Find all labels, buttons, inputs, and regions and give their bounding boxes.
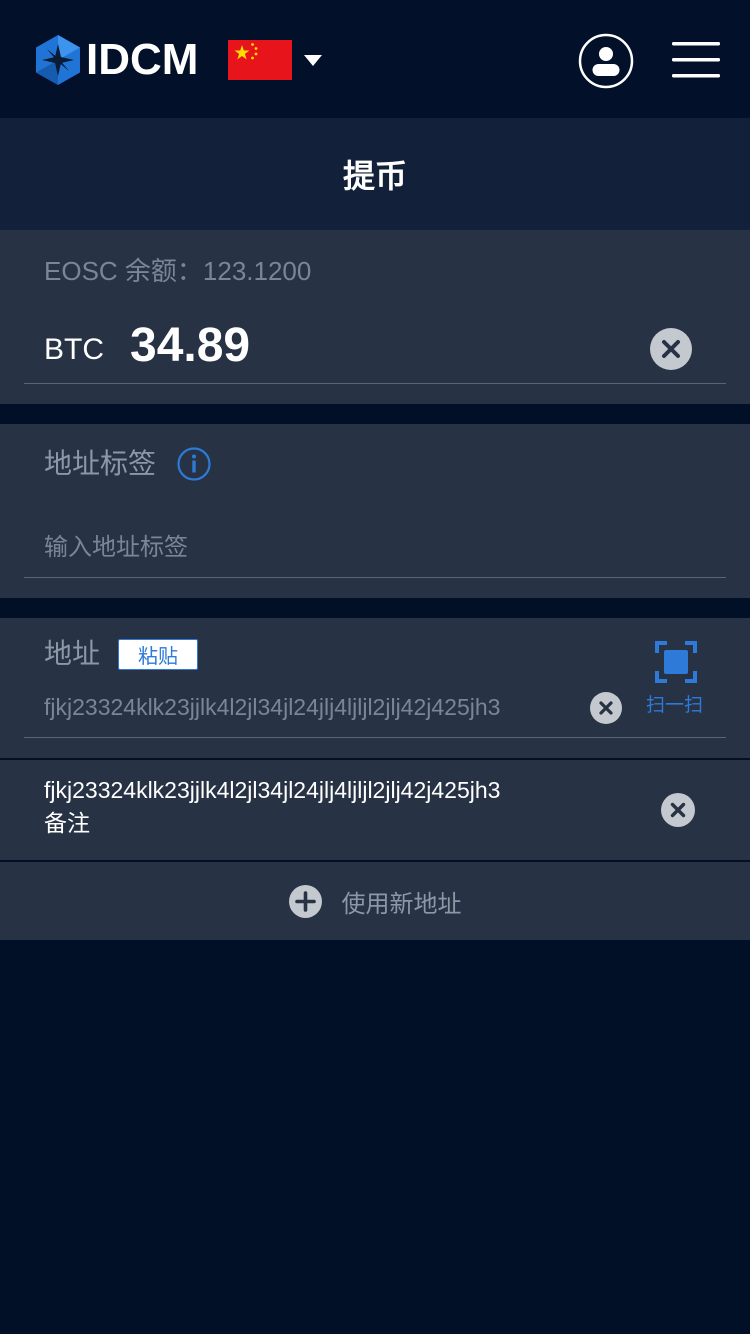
clear-amount-icon[interactable] [650, 328, 692, 370]
address-underline [24, 737, 726, 738]
use-new-address-content: 使用新地址 [288, 884, 462, 919]
title-bar: 提币 [0, 118, 750, 230]
currency-label: BTC [44, 333, 104, 366]
use-new-address-label: 使用新地址 [341, 890, 462, 918]
balance-text: EOSC 余额：123.1200 [44, 256, 312, 286]
scan-icon[interactable] [655, 641, 697, 683]
plus-circle-icon [288, 884, 322, 918]
address-label-underline [24, 577, 726, 578]
chevron-down-icon[interactable] [304, 55, 322, 67]
address-label-title: 地址标签 [44, 448, 157, 479]
brand-name: IDCM [86, 35, 199, 84]
menu-icon[interactable] [670, 40, 722, 80]
saved-address-text: fjkj23324klk23jjlk4l2jl34jl24jlj4ljljl2j… [44, 777, 501, 803]
user-icon[interactable] [578, 33, 634, 89]
clear-address-icon[interactable] [590, 692, 622, 724]
amount-underline [24, 383, 726, 384]
address-title: 地址 [44, 638, 101, 669]
idcm-logo-icon[interactable] [32, 34, 84, 86]
address-label-input[interactable] [44, 530, 704, 566]
scan-button[interactable]: 扫一扫 [646, 694, 703, 718]
use-new-address-button[interactable]: 使用新地址 [0, 862, 750, 940]
info-icon[interactable] [177, 447, 211, 481]
amount-input[interactable]: 34.89 [130, 318, 250, 374]
remove-saved-address-icon[interactable] [661, 793, 695, 827]
china-flag-icon[interactable] [228, 40, 292, 80]
page-title: 提币 [342, 158, 407, 194]
address-input[interactable]: fjkj23324klk23jjlk4l2jl34jl24jlj4ljljl2j… [44, 693, 500, 721]
saved-address-note: 备注 [44, 810, 90, 836]
paste-button[interactable]: 粘贴 [118, 639, 198, 670]
top-bar: IDCM [0, 0, 750, 118]
